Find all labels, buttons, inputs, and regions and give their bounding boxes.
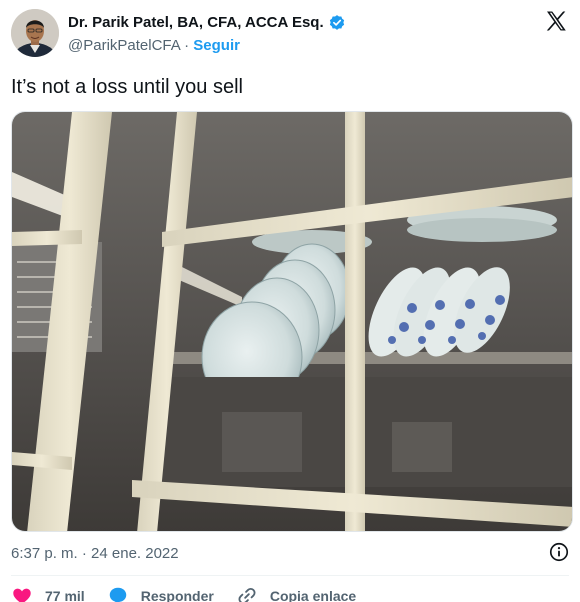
link-icon [238, 587, 256, 602]
tweet-card: Dr. Parik Patel, BA, CFA, ACCA Esq. @Par… [0, 0, 580, 602]
follow-button[interactable]: Seguir [193, 37, 240, 54]
author-name[interactable]: Dr. Parik Patel, BA, CFA, ACCA Esq. [68, 13, 324, 32]
copy-link-button[interactable]: Copia enlace [236, 585, 356, 602]
verified-badge-icon [328, 14, 346, 32]
tweet-photo[interactable] [11, 111, 573, 532]
avatar[interactable] [11, 9, 59, 57]
x-logo-icon[interactable] [544, 9, 568, 33]
like-button[interactable]: 77 mil [11, 585, 85, 602]
tweet-text: It’s not a loss until you sell [11, 76, 243, 98]
copy-link-label: Copia enlace [269, 588, 357, 602]
divider [11, 575, 569, 576]
reply-bubble-icon [109, 587, 126, 602]
like-count: 77 mil [45, 588, 85, 602]
info-icon[interactable] [548, 541, 570, 563]
heart-icon [13, 588, 31, 602]
reply-label: Responder [140, 588, 214, 602]
tweet-timestamp[interactable]: 6:37 p. m. · 24 ene. 2022 [11, 544, 179, 563]
handle-separator: · [184, 37, 190, 54]
author-handle[interactable]: @ParikPatelCFA [68, 37, 180, 54]
reply-button[interactable]: Responder [107, 585, 214, 602]
